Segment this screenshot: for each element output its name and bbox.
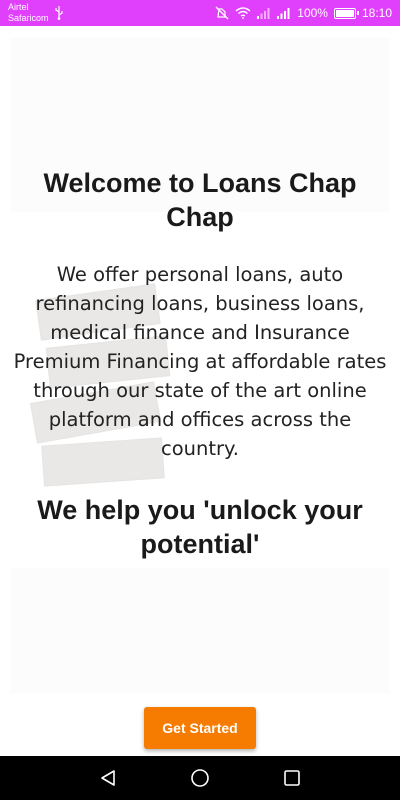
clock: 18:10 [361,6,392,20]
welcome-title: Welcome to Loans Chap Chap [43,168,357,232]
back-icon [101,770,115,786]
status-bar: Airtel Safaricom 100% 18:10 [0,0,400,26]
tagline: We help you 'unlock your potential' [37,495,363,559]
home-icon [191,769,209,787]
app-screen: Airtel Safaricom 100% 18:10 Welcome to L… [0,0,400,800]
welcome-text-block: Welcome to Loans Chap Chap We offer pers… [0,166,400,561]
battery-icon [333,7,359,19]
signal-icon-sim1 [257,8,270,19]
get-started-button[interactable]: Get Started [144,707,256,749]
usb-icon [55,6,63,20]
navigation-bar [0,756,400,800]
intro-paragraph: We offer personal loans, auto refinancin… [13,263,387,460]
recents-button[interactable] [280,766,304,790]
status-icons: 100% 18:10 [215,0,392,26]
battery-level-fill [335,9,354,17]
battery-percent: 100% [297,6,328,20]
recents-icon [284,770,300,786]
mute-icon [215,6,229,20]
carrier-name-primary: Airtel [8,2,29,12]
wifi-icon [235,7,251,19]
home-button[interactable] [188,766,212,790]
carrier-name-secondary: Safaricom [8,13,49,23]
carrier-info: Airtel Safaricom [8,2,49,24]
signal-icon-sim2 [277,8,290,19]
back-button[interactable] [96,766,120,790]
